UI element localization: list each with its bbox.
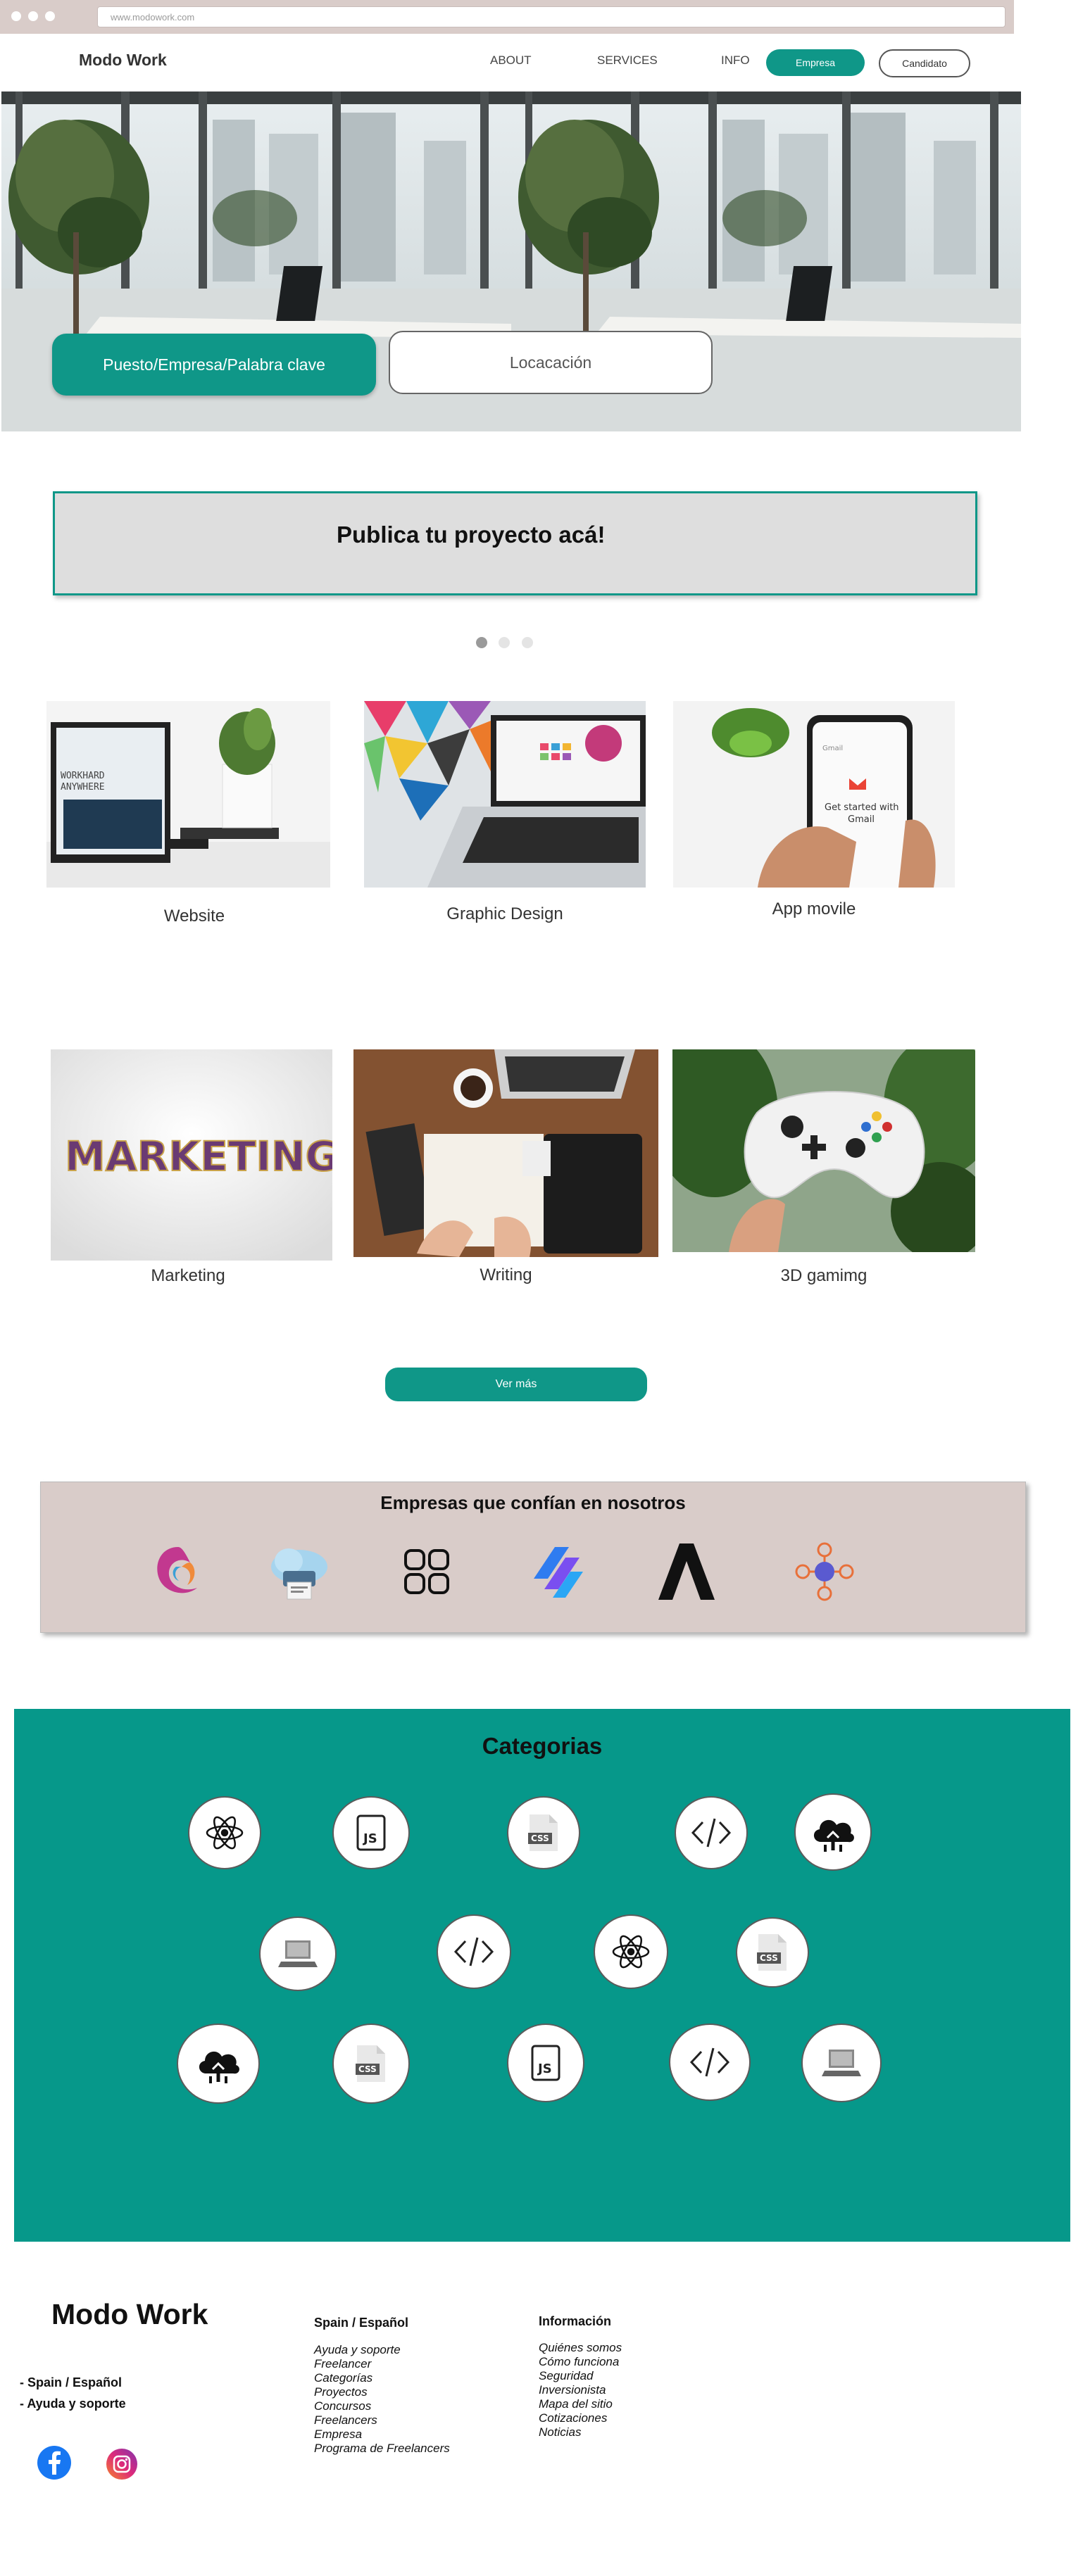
publish-project-banner[interactable]: Publica tu proyecto acá! [53, 491, 977, 595]
publish-project-title: Publica tu proyecto acá! [337, 522, 606, 548]
code-icon[interactable] [675, 1796, 748, 1869]
cloud-upload-icon[interactable] [794, 1793, 872, 1871]
footer-link[interactable]: - Ayuda y soporte [20, 2397, 126, 2411]
ver-mas-button[interactable]: Ver más [385, 1368, 647, 1401]
footer-col-title: Información [539, 2314, 612, 2328]
desk-writing-image [353, 1049, 658, 1257]
facebook-icon[interactable] [37, 2445, 72, 2480]
service-card-image[interactable]: MARKETING [51, 1049, 332, 1261]
footer-col-item[interactable]: Categorías [314, 2371, 372, 2385]
footer-brand[interactable]: Modo Work [51, 2298, 208, 2331]
service-label[interactable]: Writing [353, 1265, 658, 1285]
location-search-input[interactable]: Locacación [389, 331, 713, 394]
react-icon[interactable] [188, 1796, 261, 1869]
window-dot[interactable] [28, 11, 38, 21]
service-card-image[interactable]: Gmail Get started with Gmail [673, 701, 955, 888]
service-card-image[interactable] [672, 1049, 975, 1252]
svg-text:WORKHARD: WORKHARD [61, 771, 105, 781]
footer-col-item[interactable]: Quiénes somos [539, 2341, 622, 2355]
url-bar[interactable]: www.modowork.com [97, 6, 1006, 27]
network-logo [793, 1540, 856, 1603]
footer-col-item[interactable]: Concursos [314, 2399, 371, 2413]
url-text: www.modowork.com [111, 12, 195, 23]
browser-chrome: www.modowork.com [0, 0, 1014, 34]
footer-col-item[interactable]: Ayuda y soporte [314, 2343, 401, 2357]
footer-col-item[interactable]: Noticias [539, 2425, 581, 2439]
service-label[interactable]: App movile [673, 899, 955, 919]
code-icon[interactable] [437, 1914, 511, 1989]
candidato-button[interactable]: Candidato [879, 49, 970, 77]
code-icon[interactable] [669, 2023, 751, 2101]
svg-text:ANYWHERE: ANYWHERE [61, 782, 105, 793]
css-file-icon[interactable]: CSS [736, 1917, 809, 1988]
swirl-logo [146, 1540, 210, 1603]
service-label[interactable]: Marketing [44, 1266, 332, 1286]
service-card-image[interactable] [364, 701, 646, 888]
nav-services[interactable]: SERVICES [597, 53, 658, 68]
four-squares-logo [395, 1540, 458, 1603]
svg-text:Gmail: Gmail [822, 745, 843, 752]
svg-text:CSS: CSS [531, 1833, 549, 1843]
marketing-letters-image: MARKETING [51, 1049, 332, 1261]
laptop-icon[interactable] [259, 1917, 337, 1991]
brand-logo[interactable]: Modo Work [79, 51, 167, 70]
footer-col-item[interactable]: Freelancer [314, 2357, 371, 2371]
footer-col-item[interactable]: Cómo funciona [539, 2355, 619, 2369]
svg-text:Gmail: Gmail [848, 814, 875, 825]
trusted-companies-title: Empresas que confían en nosotros [380, 1492, 686, 1513]
keyword-search-input[interactable]: Puesto/Empresa/Palabra clave [52, 334, 376, 396]
window-dot[interactable] [45, 11, 55, 21]
svg-text:CSS: CSS [358, 2064, 377, 2074]
js-file-icon[interactable]: JS [507, 2023, 584, 2102]
service-label[interactable]: Website [46, 907, 342, 926]
footer-col-item[interactable]: Empresa [314, 2427, 362, 2442]
laptop-design-image [364, 701, 646, 888]
service-label[interactable]: Graphic Design [364, 904, 646, 924]
trusted-companies-panel: Empresas que confían en nosotros [40, 1482, 1026, 1633]
categories-title: Categorias [482, 1733, 603, 1759]
svg-text:MARKETING: MARKETING [65, 1132, 332, 1180]
carousel-dot-active[interactable] [476, 637, 487, 648]
instagram-icon[interactable] [106, 2448, 138, 2480]
svg-text:JS: JS [537, 2062, 552, 2076]
categories-section: Categorias JS CSS CSS CSS JS [14, 1709, 1070, 2242]
cloud-printer-logo [268, 1540, 331, 1603]
window-dot[interactable] [11, 11, 21, 21]
css-file-icon[interactable]: CSS [332, 2023, 410, 2104]
footer-col-item[interactable]: Freelancers [314, 2413, 377, 2427]
empresa-button[interactable]: Empresa [766, 49, 865, 76]
nav-info[interactable]: INFO [721, 53, 750, 68]
nav-about[interactable]: ABOUT [490, 53, 532, 68]
footer-col-item[interactable]: Cotizaciones [539, 2411, 607, 2425]
laptop-icon[interactable] [801, 2023, 882, 2102]
svg-text:CSS: CSS [760, 1953, 778, 1963]
css-file-icon[interactable]: CSS [507, 1796, 580, 1869]
laptop-workspace-image: WORKHARD ANYWHERE [46, 701, 330, 888]
footer-col-item[interactable]: Seguridad [539, 2369, 594, 2383]
carousel-dot[interactable] [499, 637, 510, 648]
footer-col-item[interactable]: Mapa del sitio [539, 2397, 613, 2411]
cloud-upload-icon[interactable] [177, 2023, 260, 2104]
phone-gmail-image: Gmail Get started with Gmail [673, 701, 955, 888]
service-label[interactable]: 3D gamimg [672, 1266, 975, 1286]
footer-col-item[interactable]: Proyectos [314, 2385, 368, 2399]
carousel-dot[interactable] [522, 637, 533, 648]
js-file-icon[interactable]: JS [332, 1796, 410, 1869]
svg-text:JS: JS [362, 1831, 377, 1846]
service-card-image[interactable]: WORKHARD ANYWHERE [46, 701, 330, 888]
footer-col-item[interactable]: Inversionista [539, 2383, 606, 2397]
game-controller-image [672, 1049, 975, 1252]
footer-link[interactable]: - Spain / Español [20, 2375, 122, 2390]
service-card-image[interactable] [353, 1049, 658, 1257]
a-letter-logo [655, 1540, 718, 1603]
footer-col-item[interactable]: Programa de Freelancers [314, 2442, 450, 2456]
stripes-logo [527, 1540, 590, 1603]
svg-text:Get started with: Get started with [825, 802, 899, 813]
react-icon[interactable] [594, 1914, 668, 1989]
footer-col-title: Spain / Español [314, 2316, 409, 2330]
